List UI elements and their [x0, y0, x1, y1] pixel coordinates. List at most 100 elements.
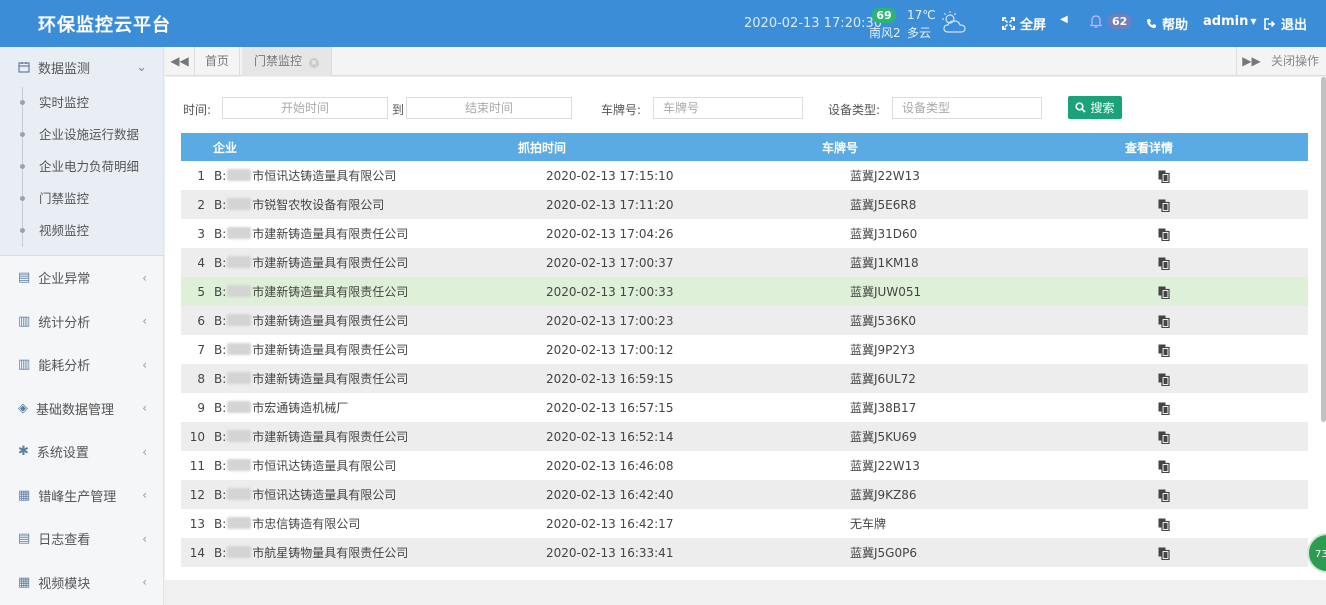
plate-label: 车牌号:	[601, 103, 642, 117]
chevron-left-icon: ‹	[142, 314, 147, 329]
sidebar-item-video-module[interactable]: ▦ 视频模块 ‹	[0, 561, 163, 605]
copy-icon[interactable]	[1158, 315, 1170, 328]
copy-icon[interactable]	[1158, 170, 1170, 183]
details-cell	[1122, 248, 1308, 277]
sidebar-item-peak-production[interactable]: ▦ 错峰生产管理 ‹	[0, 474, 163, 518]
caret-down-icon: ▼	[1250, 17, 1257, 26]
copy-icon[interactable]	[1158, 199, 1170, 212]
end-time-input[interactable]: 结束时间	[406, 97, 572, 119]
plate-cell: 蓝冀J536K0	[850, 314, 916, 328]
sidebar-item-logs[interactable]: ▤ 日志查看 ‹	[0, 517, 163, 561]
start-time-input[interactable]: 开始时间	[222, 97, 388, 119]
submenu-item-power-load[interactable]: 企业电力负荷明细	[0, 151, 163, 183]
enterprise-cell: B: 市恒讯达铸造量具有限公司	[214, 488, 397, 502]
copy-icon[interactable]	[1158, 373, 1170, 386]
redacted-text	[227, 517, 252, 529]
submenu-item-access-monitoring[interactable]: 门禁监控	[0, 183, 163, 215]
logout-icon	[1264, 17, 1276, 30]
table-row[interactable]: 11 B: 市恒讯达铸造量具有限公司 2020-02-13 16:46:08 蓝冀J22…	[181, 451, 1308, 480]
copy-icon[interactable]	[1158, 431, 1170, 444]
table-row[interactable]: 3 B: 市建新铸造量具有限责任公司 2020-02-13 17:04:26 蓝冀J31…	[181, 219, 1308, 248]
details-cell	[1122, 161, 1308, 190]
tab-home[interactable]: 首页	[195, 47, 241, 75]
submenu-item-facility-data[interactable]: 企业设施运行数据	[0, 119, 163, 151]
copy-icon[interactable]	[1158, 489, 1170, 502]
table-row[interactable]: 8 B: 市建新铸造量具有限责任公司 2020-02-13 16:59:15 蓝冀J6U…	[181, 364, 1308, 393]
search-label: 搜索	[1090, 101, 1115, 115]
copy-icon[interactable]	[1158, 286, 1170, 299]
table-row[interactable]: 7 B: 市建新铸造量具有限责任公司 2020-02-13 17:00:12 蓝冀J9P…	[181, 335, 1308, 364]
sidebar-item-data-monitoring[interactable]: 数据监测 ⌄	[0, 47, 163, 87]
table-row[interactable]: 5 B: 市建新铸造量具有限责任公司 2020-02-13 17:00:33 蓝冀JUW…	[181, 277, 1308, 306]
fullscreen-button[interactable]: 全屏	[1002, 14, 1046, 33]
copy-icon[interactable]	[1158, 228, 1170, 241]
copy-icon[interactable]	[1158, 460, 1170, 473]
table-row[interactable]: 1 B: 市恒讯达铸造量具有限公司 2020-02-13 17:15:10 蓝冀J22W…	[181, 161, 1308, 190]
row-index: 10	[189, 429, 205, 444]
plate-input[interactable]: 车牌号	[653, 97, 803, 119]
table-row[interactable]: 13 B: 市忠信铸造有限公司 2020-02-13 16:42:17 无车牌	[181, 509, 1308, 538]
device-type-input[interactable]: 设备类型	[892, 97, 1042, 119]
copy-icon[interactable]	[1158, 518, 1170, 531]
table-row[interactable]: 2 B: 市锐智农牧设备有限公司 2020-02-13 17:11:20 蓝冀J5E6R…	[181, 190, 1308, 219]
capture-time-cell: 2020-02-13 17:00:12	[546, 342, 674, 357]
fullscreen-label: 全屏	[1020, 18, 1047, 33]
col-plate: 车牌号	[822, 140, 859, 155]
to-label: 到	[392, 103, 405, 117]
calendar-icon: ▦	[18, 574, 31, 590]
plate-cell: 蓝冀J22W13	[850, 459, 920, 473]
details-cell	[1122, 538, 1308, 567]
double-chevron-left-icon: ◀◀	[170, 54, 189, 68]
prev-button[interactable]: ◀	[1060, 14, 1068, 25]
row-index: 3	[197, 226, 205, 241]
tabs-bar: ◀◀ 首页 门禁监控 × ▶▶ 关闭操作	[165, 47, 1326, 76]
table-row[interactable]: 14 B: 市航星铸物量具有限责任公司 2020-02-13 16:33:41 蓝冀J5…	[181, 538, 1308, 567]
sidebar-item-settings[interactable]: ✱ 系统设置 ‹	[0, 430, 163, 474]
enterprise-cell: B: 市锐智农牧设备有限公司	[214, 198, 385, 212]
tabs-scroll-right-button[interactable]: ▶▶	[1236, 47, 1266, 75]
row-index: 8	[197, 371, 205, 386]
close-icon[interactable]: ×	[308, 58, 319, 68]
help-button[interactable]: 帮助	[1146, 14, 1188, 33]
tab-access-monitoring[interactable]: 门禁监控 ×	[242, 47, 332, 76]
bell-icon	[1090, 15, 1102, 28]
tab-label: 门禁监控	[254, 54, 303, 68]
capture-time-cell: 2020-02-13 17:00:33	[546, 284, 674, 299]
submenu-item-video[interactable]: 视频监控	[0, 215, 163, 247]
submenu-data-monitoring: 实时监控 企业设施运行数据 企业电力负荷明细 门禁监控 视频监控	[0, 87, 163, 256]
redacted-text	[227, 430, 252, 442]
copy-icon[interactable]	[1158, 257, 1170, 270]
sidebar-item-base-data[interactable]: ◈ 基础数据管理 ‹	[0, 387, 163, 431]
table-row[interactable]: 4 B: 市建新铸造量具有限责任公司 2020-02-13 17:00:37 蓝冀J1K…	[181, 248, 1308, 277]
phone-icon	[1147, 19, 1156, 29]
logout-button[interactable]: 退出	[1264, 14, 1307, 33]
table-row[interactable]: 6 B: 市建新铸造量具有限责任公司 2020-02-13 17:00:23 蓝冀J53…	[181, 306, 1308, 335]
search-button[interactable]: 搜索	[1068, 96, 1122, 119]
close-operations-button[interactable]: 关闭操作	[1271, 47, 1319, 75]
redacted-text	[227, 227, 252, 239]
sidebar-item-statistics[interactable]: ▥ 统计分析 ‹	[0, 300, 163, 344]
copy-icon[interactable]	[1158, 547, 1170, 560]
tabs-scroll-left-button[interactable]: ◀◀	[165, 47, 195, 75]
sidebar-item-energy[interactable]: ▥ 能耗分析 ‹	[0, 343, 163, 387]
submenu-item-realtime[interactable]: 实时监控	[0, 87, 163, 119]
enterprise-cell: B: 市恒讯达铸造量具有限公司	[214, 169, 397, 183]
sidebar-item-label: 数据监测	[38, 61, 91, 77]
notification-button[interactable]: 62	[1090, 14, 1133, 29]
table-row[interactable]: 9 B: 市宏通铸造机械厂 2020-02-13 16:57:15 蓝冀J38B17	[181, 393, 1308, 422]
table-row[interactable]: 10 B: 市建新铸造量具有限责任公司 2020-02-13 16:52:14 蓝冀J5…	[181, 422, 1308, 451]
aqi-badge: 69	[872, 8, 896, 23]
page-scrollbar[interactable]	[1321, 77, 1326, 422]
table-row[interactable]: 12 B: 市恒讯达铸造量具有限公司 2020-02-13 16:42:40 蓝冀J9K…	[181, 480, 1308, 509]
plate-cell: 蓝冀J1KM18	[850, 256, 919, 270]
user-menu-button[interactable]: admin ▼	[1203, 14, 1257, 29]
copy-icon[interactable]	[1158, 344, 1170, 357]
plate-cell: 蓝冀J9KZ86	[850, 488, 917, 502]
bar-chart-icon: ▥	[18, 357, 31, 373]
search-icon	[1075, 102, 1087, 113]
copy-icon[interactable]	[1158, 402, 1170, 415]
redacted-text	[227, 314, 252, 326]
main-content: 时间: 开始时间 到 结束时间 车牌号: 车牌号 设备类型: 设备类型 搜索 企…	[165, 77, 1326, 580]
col-details: 查看详情	[1125, 140, 1174, 155]
sidebar-item-enterprise-anomaly[interactable]: ▤ 企业异常 ‹	[0, 256, 163, 300]
